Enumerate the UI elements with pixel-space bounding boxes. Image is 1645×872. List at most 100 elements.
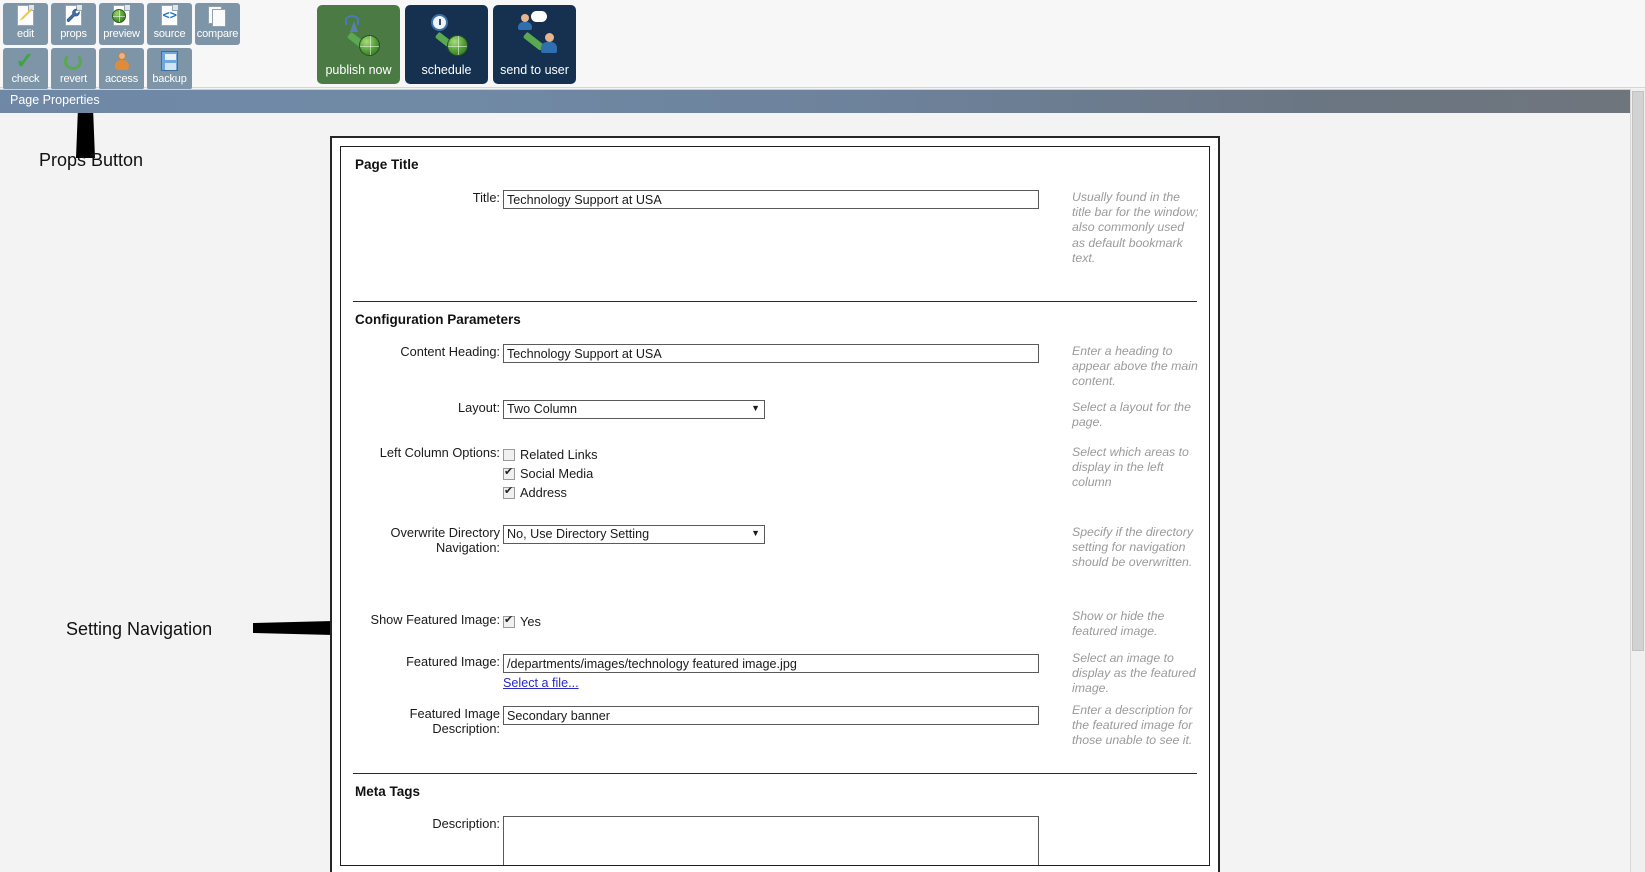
address-label: Address xyxy=(520,485,567,500)
field-show-featured-image: Yes xyxy=(503,612,541,631)
main-content-area: Props Button Setting Navigation Page Tit… xyxy=(0,113,1630,872)
preview-globe-document-icon xyxy=(110,5,134,28)
field-left-column-options: Related Links Social Media Address xyxy=(503,445,598,502)
field-row-title: Title: Usually found in the title bar fo… xyxy=(341,190,1209,265)
featured-image-description-input[interactable] xyxy=(503,706,1039,725)
label-meta-description: Description: xyxy=(432,816,500,831)
field-content-heading xyxy=(503,344,1039,363)
application-toolbar: edit props preview <> source compare ✓ c… xyxy=(0,0,1645,90)
page-properties-titlebar: Page Properties xyxy=(0,89,1645,113)
props-button-label: props xyxy=(60,28,87,40)
revert-circular-arrow-icon xyxy=(62,50,86,73)
field-featured-image: Select a file... xyxy=(503,654,1039,692)
label-left-column-options: Left Column Options: xyxy=(379,445,500,460)
section-configuration-parameters: Configuration Parameters Content Heading… xyxy=(341,301,1209,773)
social-media-checkbox[interactable] xyxy=(503,466,515,480)
label-featured-image: Featured Image: xyxy=(406,654,500,669)
overwrite-directory-navigation-value: No, Use Directory Setting xyxy=(507,527,650,541)
field-overwrite-directory-navigation: No, Use Directory Setting ▼ xyxy=(503,525,765,544)
featured-image-input[interactable] xyxy=(503,654,1039,673)
title-input[interactable] xyxy=(503,190,1039,209)
access-person-key-icon xyxy=(110,50,134,73)
publish-now-label: publish now xyxy=(325,63,392,77)
field-row-show-featured-image: Show Featured Image: Yes Show or hide th… xyxy=(341,609,1209,638)
check-button-label: check xyxy=(11,73,40,85)
help-title: Usually found in the title bar for the w… xyxy=(1072,190,1199,265)
section-heading-meta-tags: Meta Tags xyxy=(355,784,421,799)
schedule-label: schedule xyxy=(421,63,472,77)
field-featured-image-description xyxy=(503,706,1039,725)
section-page-title: Page Title Title: Usually found in the t… xyxy=(341,147,1209,301)
checkbox-row-address: Address xyxy=(503,483,598,502)
compare-stacked-documents-icon xyxy=(206,5,230,28)
field-layout: Two Column ▼ xyxy=(503,400,765,419)
toolbar-row-primary: edit props preview <> source compare xyxy=(3,3,240,45)
help-left-column-options: Select which areas to display in the lef… xyxy=(1072,445,1189,490)
revert-button[interactable]: revert xyxy=(51,48,96,90)
edit-button-label: edit xyxy=(17,28,34,40)
chevron-down-icon: ▼ xyxy=(751,403,760,413)
field-meta-description xyxy=(503,816,1039,865)
help-featured-image-description: Enter a description for the featured ima… xyxy=(1072,703,1193,748)
toolbar-row-secondary: ✓ check revert access backup xyxy=(3,48,240,90)
revert-button-label: revert xyxy=(60,73,87,85)
send-to-user-label: send to user xyxy=(500,63,569,77)
scrollbar-thumb[interactable] xyxy=(1632,91,1644,651)
publish-button-group: publish now schedule send to user xyxy=(317,5,576,84)
help-show-featured-image: Show or hide the featured image. xyxy=(1072,609,1165,639)
address-checkbox[interactable] xyxy=(503,485,515,499)
section-heading-page-title: Page Title xyxy=(355,157,419,172)
help-featured-image: Select an image to display as the featur… xyxy=(1072,651,1196,696)
page-properties-form: Page Title Title: Usually found in the t… xyxy=(340,146,1210,866)
wrench-glyph xyxy=(66,8,80,22)
label-featured-image-description: Featured Image Description: xyxy=(409,706,500,736)
checkbox-row-show-featured-image: Yes xyxy=(503,612,541,631)
publish-now-button[interactable]: publish now xyxy=(317,5,400,84)
source-button[interactable]: <> source xyxy=(147,3,192,45)
overwrite-directory-navigation-select[interactable]: No, Use Directory Setting ▼ xyxy=(503,525,765,544)
properties-wrench-document-icon xyxy=(62,5,86,28)
show-featured-image-checkbox[interactable] xyxy=(503,614,515,628)
section-meta-tags: Meta Tags Description: xyxy=(341,773,1209,865)
props-button[interactable]: props xyxy=(51,3,96,45)
field-row-content-heading: Content Heading: Enter a heading to appe… xyxy=(341,344,1209,388)
help-overwrite-directory-navigation: Specify if the directory setting for nav… xyxy=(1072,525,1193,570)
field-title xyxy=(503,190,1039,209)
chevron-down-icon: ▼ xyxy=(751,528,760,538)
source-button-label: source xyxy=(153,28,186,40)
backup-disks-icon xyxy=(158,50,182,73)
social-media-label: Social Media xyxy=(520,466,594,481)
preview-button[interactable]: preview xyxy=(99,3,144,45)
field-row-meta-description: Description: xyxy=(341,816,1209,865)
edit-button[interactable]: edit xyxy=(3,3,48,45)
schedule-button[interactable]: schedule xyxy=(405,5,488,84)
checkbox-row-related-links: Related Links xyxy=(503,445,598,464)
check-mark-icon: ✓ xyxy=(15,48,34,73)
layout-select[interactable]: Two Column ▼ xyxy=(503,400,765,419)
meta-description-textarea[interactable] xyxy=(503,816,1039,865)
label-title: Title: xyxy=(472,190,500,205)
related-links-checkbox[interactable] xyxy=(503,448,515,461)
help-content-heading: Enter a heading to appear above the main… xyxy=(1072,344,1198,389)
label-overwrite-directory-navigation: Overwrite Directory Navigation: xyxy=(390,525,501,555)
select-a-file-link[interactable]: Select a file... xyxy=(503,676,579,690)
vertical-scrollbar[interactable] xyxy=(1630,89,1645,872)
check-button[interactable]: ✓ check xyxy=(3,48,48,90)
field-row-layout: Layout: Two Column ▼ Select a layout for… xyxy=(341,400,1209,429)
send-to-user-button[interactable]: send to user xyxy=(493,5,576,84)
content-heading-input[interactable] xyxy=(503,344,1039,363)
page-properties-form-card: Page Title Title: Usually found in the t… xyxy=(330,136,1220,872)
field-row-featured-image: Featured Image: Select a file... Select … xyxy=(341,651,1209,695)
page-title: Page Properties xyxy=(10,93,100,107)
preview-button-label: preview xyxy=(103,28,140,40)
backup-button[interactable]: backup xyxy=(147,48,192,90)
related-links-label: Related Links xyxy=(520,447,598,462)
compare-button[interactable]: compare xyxy=(195,3,240,45)
toolbar-button-group: edit props preview <> source compare ✓ c… xyxy=(3,3,240,93)
backup-button-label: backup xyxy=(152,73,187,85)
access-button[interactable]: access xyxy=(99,48,144,90)
send-to-user-icon xyxy=(493,11,576,59)
field-row-left-column-options: Left Column Options: Related Links Socia… xyxy=(341,445,1209,502)
label-layout: Layout: xyxy=(458,400,500,415)
